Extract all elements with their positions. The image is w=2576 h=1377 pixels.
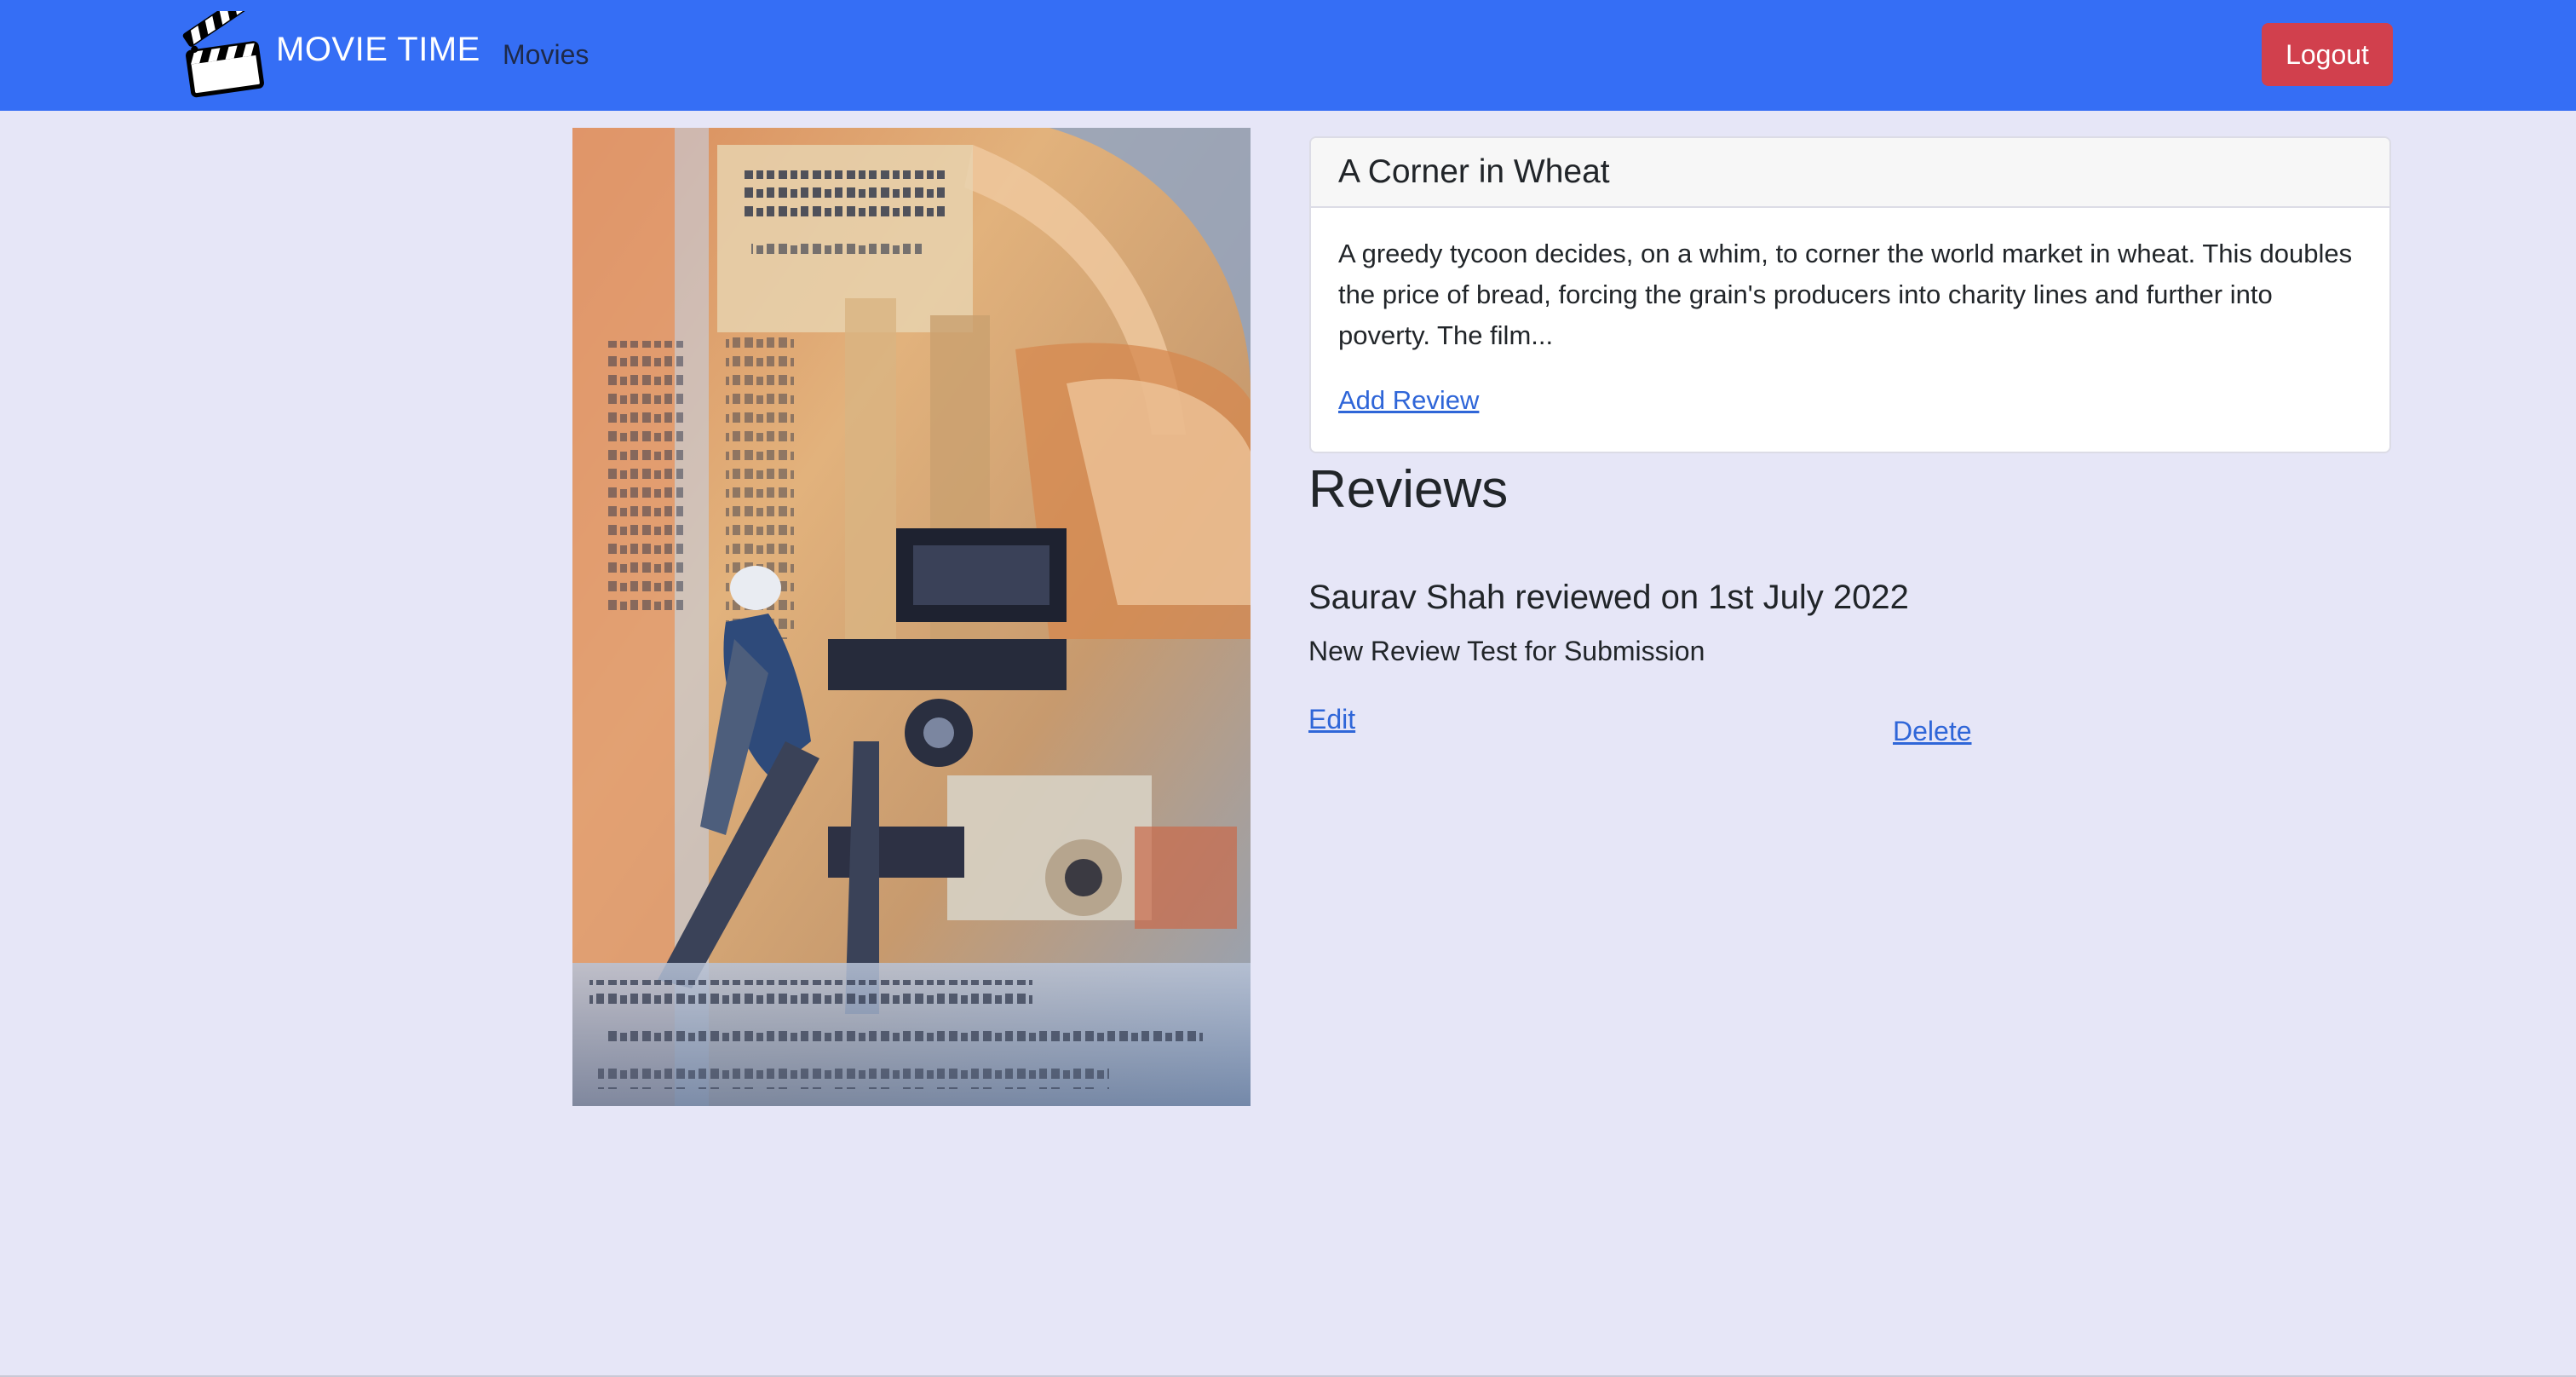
top-navbar: MOVIE TIME Movies Logout <box>0 0 2576 111</box>
movie-card-body: A greedy tycoon decides, on a whim, to c… <box>1311 208 2389 418</box>
review-text: New Review Test for Submission <box>1308 636 1705 666</box>
movie-title: A Corner in Wheat <box>1311 138 2389 208</box>
movie-plot: A greedy tycoon decides, on a whim, to c… <box>1338 239 2353 350</box>
reviews-heading: Reviews <box>1308 460 1509 519</box>
nav-link-movies[interactable]: Movies <box>503 36 589 73</box>
movie-details-card: A Corner in Wheat A greedy tycoon decide… <box>1309 136 2391 453</box>
delete-review-link[interactable]: Delete <box>1893 712 1972 750</box>
brand-name: MOVIE TIME <box>276 31 480 68</box>
review-title: Saurav Shah reviewed on 1st July 2022 <box>1308 579 1909 616</box>
add-review-link[interactable]: Add Review <box>1338 383 1479 418</box>
edit-review-link[interactable]: Edit <box>1308 700 1355 738</box>
movie-poster <box>572 128 1251 1106</box>
clapperboard-icon <box>181 11 267 98</box>
brand-link[interactable]: MOVIE TIME <box>181 11 480 98</box>
logout-button[interactable]: Logout <box>2262 23 2393 86</box>
